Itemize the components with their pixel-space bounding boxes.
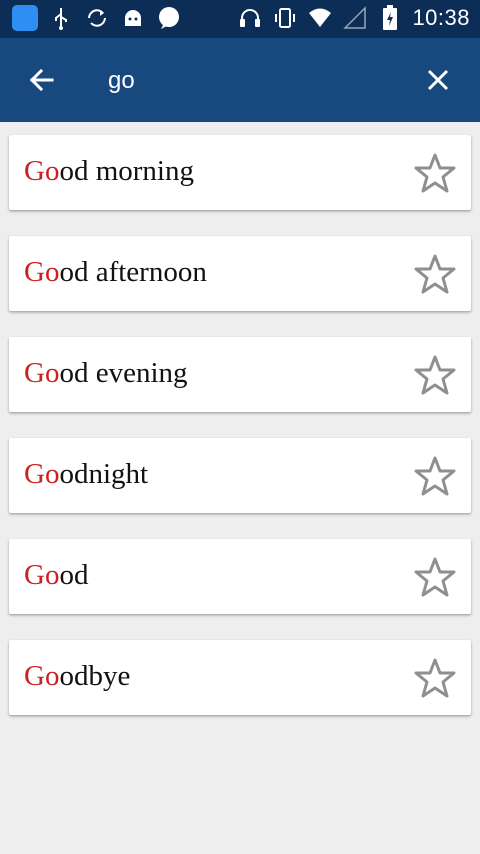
vibrate-icon xyxy=(272,5,298,31)
phrase-text: Good afternoon xyxy=(24,256,207,289)
star-outline-icon xyxy=(414,557,456,597)
list-item[interactable]: Good xyxy=(9,539,471,614)
list-item[interactable]: Goodnight xyxy=(9,438,471,513)
battery-icon xyxy=(377,5,403,31)
favorite-button[interactable] xyxy=(413,454,457,498)
search-input[interactable] xyxy=(108,62,398,100)
phrase-rest: odnight xyxy=(59,458,149,490)
arrow-left-icon xyxy=(29,68,54,92)
star-outline-icon xyxy=(414,254,456,294)
phrase-rest: od morning xyxy=(59,155,194,187)
match-highlight: Go xyxy=(24,256,60,288)
list-item[interactable]: Good morning xyxy=(9,135,471,210)
star-outline-icon xyxy=(414,658,456,698)
phrase-rest: od afternoon xyxy=(59,256,207,288)
list-item[interactable]: Good evening xyxy=(9,337,471,412)
headset-icon xyxy=(237,5,263,31)
system-icons: 10:38 xyxy=(237,5,470,31)
sync-icon xyxy=(84,5,110,31)
phrase-rest: od xyxy=(59,559,89,591)
phrase-text: Good morning xyxy=(24,155,194,188)
clear-search-button[interactable] xyxy=(416,60,460,100)
clock: 10:38 xyxy=(412,5,470,30)
favorite-button[interactable] xyxy=(413,555,457,599)
star-outline-icon xyxy=(414,153,456,193)
phrase-rest: odbye xyxy=(59,660,131,692)
search-toolbar xyxy=(0,38,480,122)
favorite-button[interactable] xyxy=(413,151,457,195)
phrase-text: Goodnight xyxy=(24,458,148,491)
match-highlight: Go xyxy=(24,458,60,490)
match-highlight: Go xyxy=(24,660,60,692)
phrase-text: Good evening xyxy=(24,357,188,390)
list-item[interactable]: Goodbye xyxy=(9,640,471,715)
status-bar: 10:38 xyxy=(0,0,480,38)
notification-icons xyxy=(12,5,182,31)
signal-icon xyxy=(342,5,368,31)
wifi-icon xyxy=(307,5,333,31)
app-badge-icon xyxy=(12,5,38,31)
star-outline-icon xyxy=(414,355,456,395)
android-icon xyxy=(120,5,146,31)
usb-icon xyxy=(48,5,74,31)
phrase-text: Goodbye xyxy=(24,660,130,693)
chat-icon xyxy=(156,5,182,31)
star-outline-icon xyxy=(414,456,456,496)
favorite-button[interactable] xyxy=(413,656,457,700)
back-button[interactable] xyxy=(20,60,64,100)
favorite-button[interactable] xyxy=(413,353,457,397)
phrase-text: Good xyxy=(24,559,88,592)
phrase-rest: od evening xyxy=(59,357,188,389)
match-highlight: Go xyxy=(24,357,60,389)
match-highlight: Go xyxy=(24,155,60,187)
results-list: Good morning Good afternoon Good evening… xyxy=(9,135,471,741)
list-item[interactable]: Good afternoon xyxy=(9,236,471,311)
match-highlight: Go xyxy=(24,559,60,591)
favorite-button[interactable] xyxy=(413,252,457,296)
close-icon xyxy=(427,69,449,91)
